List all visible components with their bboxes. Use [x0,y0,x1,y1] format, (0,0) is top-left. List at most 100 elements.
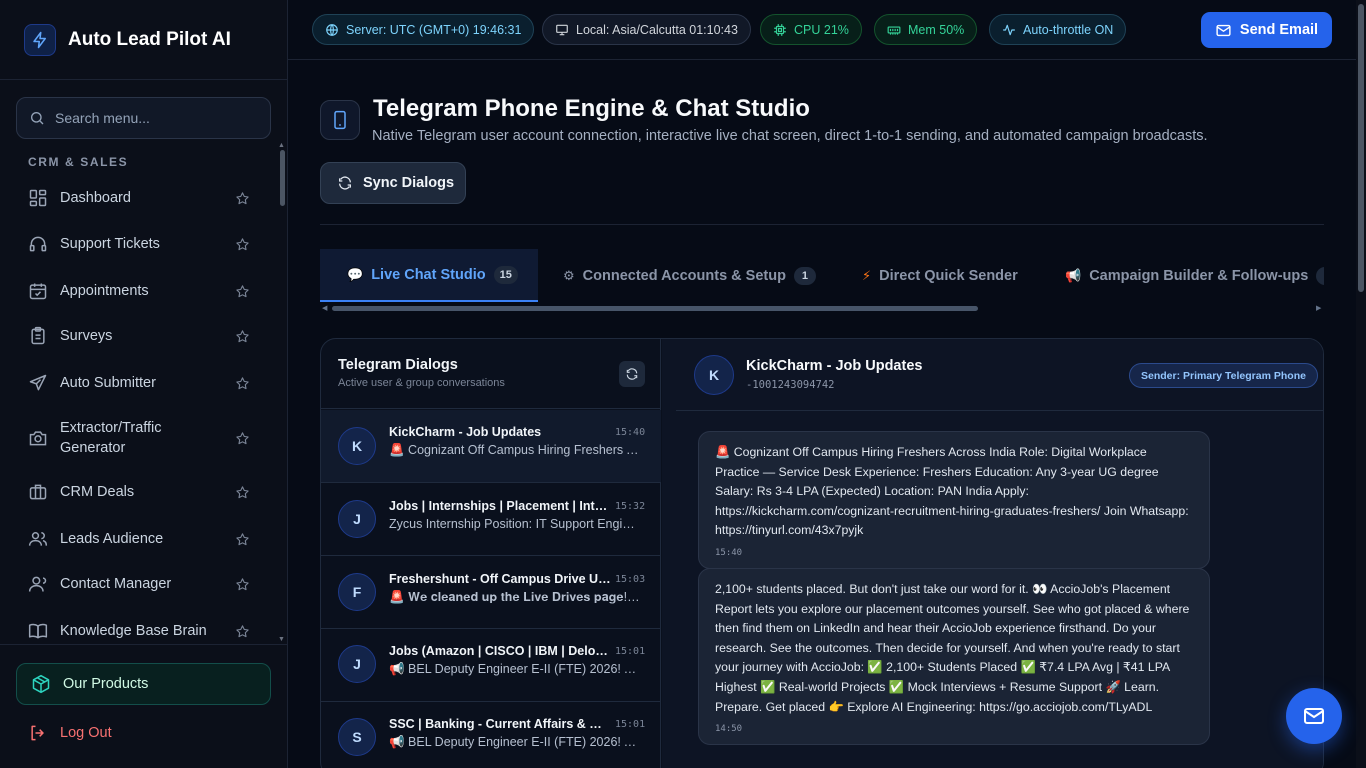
auto-throttle-pill[interactable]: Auto-throttle ON [989,14,1127,45]
search-icon [29,110,45,126]
dashboard-icon [28,188,48,208]
scroll-up-arrow[interactable]: ▲ [278,142,285,149]
page-scrollbar-thumb[interactable] [1358,4,1364,292]
dialogs-header: Telegram Dialogs Active user & group con… [321,339,661,409]
refresh-dialogs-button[interactable] [619,361,645,387]
sidebar-item-extractor[interactable]: Extractor/Traffic Generator [16,418,266,458]
sidebar-footer: Our Products Log Out [0,644,288,768]
sidebar-item-appointments[interactable]: Appointments [16,281,266,301]
star-icon[interactable] [235,624,250,639]
dialog-item[interactable]: K KickCharm - Job Updates 15:40 🚨 Cogniz… [321,410,661,483]
cpu-icon [773,23,787,37]
message-time: 15:40 [715,547,743,558]
logout-button[interactable]: Log Out [28,723,112,743]
sidebar-item-auto-submitter[interactable]: Auto Submitter [16,373,266,393]
sidebar-item-crm-deals[interactable]: CRM Deals [16,482,266,502]
avatar: J [338,645,376,683]
tabs-scrollbar[interactable]: ◀ ▶ [320,304,1324,312]
avatar: K [694,355,734,395]
tab-campaign-builder[interactable]: 📢 Campaign Builder & Follow-ups 0 [1065,249,1324,302]
search-menu[interactable] [16,97,271,139]
cube-icon [31,674,51,694]
dialog-name: KickCharm - Job Updates [389,425,542,439]
briefcase-icon [28,482,48,502]
local-time: Local: Asia/Calcutta 01:10:43 [576,22,738,37]
star-icon[interactable] [235,376,250,391]
tab-connected-accounts[interactable]: ⚙ Connected Accounts & Setup 1 [563,249,816,302]
dialogs-list: Telegram Dialogs Active user & group con… [321,339,661,768]
send-email-button[interactable]: Send Email [1201,12,1332,48]
tab-count-badge: 15 [493,265,518,284]
sync-dialogs-button[interactable]: Sync Dialogs [320,162,466,204]
search-input[interactable] [55,110,255,126]
tab-direct-quick-sender[interactable]: ⚡ Direct Quick Sender [862,249,1018,302]
chat-id: -1001243094742 [746,379,835,391]
dialogs-title: Telegram Dialogs [338,357,458,373]
star-icon[interactable] [235,284,250,299]
chat-view: K KickCharm - Job Updates -1001243094742… [662,339,1323,768]
star-icon[interactable] [235,191,250,206]
headset-icon [28,234,48,254]
divider [320,224,1324,225]
star-icon[interactable] [235,431,250,446]
tabs-scrollbar-thumb[interactable] [332,306,978,311]
compose-email-fab[interactable] [1286,688,1342,744]
chat-header: K KickCharm - Job Updates -1001243094742… [676,339,1323,411]
message-bubble: 2,100+ students placed. But don't just t… [698,568,1210,746]
send-email-label: Send Email [1239,22,1319,38]
star-icon[interactable] [235,532,250,547]
message-time: 14:50 [715,724,743,735]
scroll-right-arrow[interactable]: ▶ [1316,304,1321,312]
chat-icon: 💬 [347,266,364,282]
tab-count-badge: 1 [793,266,816,285]
our-products-label: Our Products [63,676,149,692]
sidebar-item-dashboard[interactable]: Dashboard [16,188,266,208]
sender-badge[interactable]: Sender: Primary Telegram Phone [1129,363,1318,388]
sidebar-item-contact-manager[interactable]: Contact Manager [16,574,266,594]
brand: Auto Lead Pilot AI [0,0,287,80]
local-time-pill: Local: Asia/Calcutta 01:10:43 [542,14,751,45]
sidebar-item-leads-audience[interactable]: Leads Audience [16,529,266,549]
scroll-left-arrow[interactable]: ◀ [322,304,327,312]
auto-throttle-status: Auto-throttle ON [1023,22,1114,37]
menu-list: Dashboard Support Tickets Appointments S… [0,176,276,642]
server-time: Server: UTC (GMT+0) 19:46:31 [346,22,522,37]
sidebar-item-label: CRM Deals [60,484,135,500]
tab-label: Connected Accounts & Setup [582,267,786,284]
clipboard-icon [28,326,48,346]
dialog-name: Jobs (Amazon | CISCO | IBM | Deloitte) [389,644,611,658]
dialog-item[interactable]: S SSC | Banking - Current Affairs & GK Q… [321,702,661,768]
dialog-preview: 🚨 Cognizant Off Campus Hiring Freshers A… [389,443,641,457]
sidebar-item-label: Auto Submitter [60,375,156,391]
tab-live-chat-studio[interactable]: 💬 Live Chat Studio 15 [320,249,538,302]
scroll-down-arrow[interactable]: ▼ [278,636,285,643]
sidebar-item-knowledge-base[interactable]: Knowledge Base Brain [16,621,266,641]
page-subtitle: Native Telegram user account connection,… [372,128,1208,144]
server-time-pill: Server: UTC (GMT+0) 19:46:31 [312,14,535,45]
sidebar-item-label: Support Tickets [60,236,160,252]
dialog-time: 15:32 [615,501,646,512]
star-icon[interactable] [235,237,250,252]
dialog-item[interactable]: F Freshershunt - Off Campus Drive Update… [321,556,661,629]
monitor-icon [555,23,569,37]
globe-icon [325,23,339,37]
page-scrollbar[interactable] [1356,0,1366,768]
star-icon[interactable] [235,485,250,500]
mail-icon [1302,704,1326,728]
dialog-time: 15:01 [615,719,646,730]
star-icon[interactable] [235,577,250,592]
avatar: S [338,718,376,756]
sidebar-scrollbar[interactable] [280,150,285,206]
sidebar-item-support-tickets[interactable]: Support Tickets [16,234,266,254]
refresh-icon [625,367,639,381]
star-icon[interactable] [235,329,250,344]
sidebar-item-surveys[interactable]: Surveys [16,326,266,346]
page-title: Telegram Phone Engine & Chat Studio [373,95,810,122]
sidebar-item-label: Extractor/Traffic Generator [60,420,162,456]
book-icon [28,621,48,641]
dialog-item[interactable]: J Jobs (Amazon | CISCO | IBM | Deloitte)… [321,629,661,702]
chat-panel: Telegram Dialogs Active user & group con… [320,338,1324,768]
message-text: 🚨 Cognizant Off Campus Hiring Freshers A… [715,445,1189,538]
our-products-button[interactable]: Our Products [16,663,271,705]
dialog-item[interactable]: J Jobs | Internships | Placement | Inter… [321,483,661,556]
